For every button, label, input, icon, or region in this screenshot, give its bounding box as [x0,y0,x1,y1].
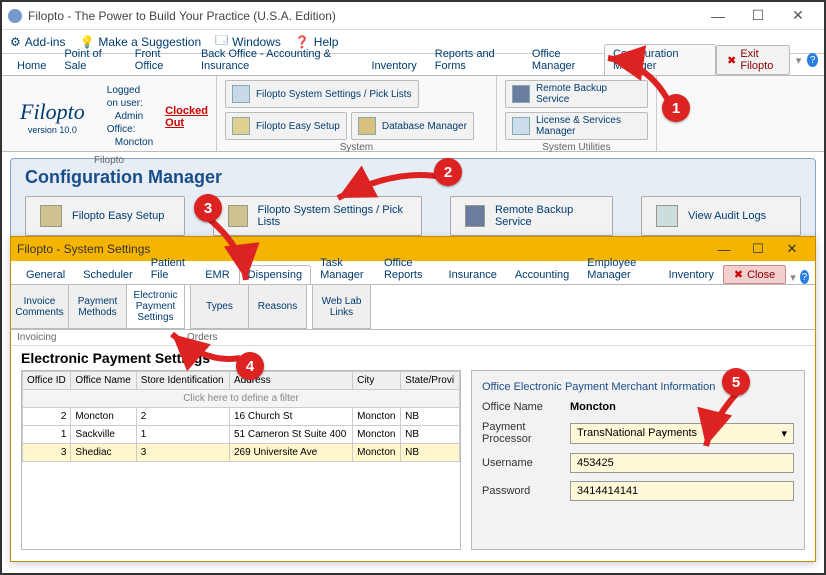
logon-info: Logged on user: Admin Office: Moncton [101,80,159,153]
child-tab-scheduler[interactable]: Scheduler [74,265,142,284]
tab-home[interactable]: Home [8,56,55,75]
merchant-detail: Office Electronic Payment Merchant Infor… [471,370,805,550]
tab-inventory[interactable]: Inventory [363,56,426,75]
close-button[interactable]: ✕ [778,7,818,24]
child-close-button[interactable]: ✖Close [723,265,786,284]
subribbon-labels: InvoicingOrders [11,330,815,346]
offices-grid[interactable]: Office ID Office Name Store Identificati… [21,370,461,550]
section-title: Electronic Payment Settings [11,346,815,370]
tab-front-office[interactable]: Front Office [126,44,192,75]
child-tab-accounting[interactable]: Accounting [506,265,578,284]
app-icon [8,9,22,23]
sub-electronic-payment-settings[interactable]: Electronic Payment Settings [127,285,185,329]
system-settings-window: Filopto - System Settings — ☐ ✕ General … [10,236,816,562]
payment-processor-select[interactable]: TransNational Payments▾ [570,423,794,444]
callout-2: 2 [434,158,462,186]
tab-reports[interactable]: Reports and Forms [426,44,523,75]
dropdown-icon[interactable]: ▾ [796,54,802,67]
ribbon-system-settings[interactable]: Filopto System Settings / Pick Lists [225,80,419,108]
tab-pos[interactable]: Point of Sale [55,44,125,75]
database-icon [358,117,376,135]
license-icon [512,117,530,135]
arrow-3 [202,216,252,289]
tab-back-office[interactable]: Back Office - Accounting & Insurance [192,44,363,75]
sub-reasons[interactable]: Reasons [249,285,307,329]
col-state[interactable]: State/Provi [401,372,460,390]
disk-icon [512,85,530,103]
close-icon: ✖ [734,268,743,281]
child-tab-patient[interactable]: Patient File [142,253,197,284]
panel-easy-setup[interactable]: Filopto Easy Setup [25,196,185,236]
callout-1: 1 [662,94,690,122]
dispensing-subribbon: Invoice Comments Payment Methods Electro… [11,285,815,330]
disk-icon [465,205,484,227]
sub-invoice-comments[interactable]: Invoice Comments [11,285,69,329]
settings-icon [232,85,250,103]
child-tab-reports[interactable]: Office Reports [375,253,440,284]
dropdown-icon[interactable]: ▾ [790,271,796,284]
child-tabs: General Scheduler Patient File EMR Dispe… [11,261,815,285]
child-tab-task[interactable]: Task Manager [311,253,375,284]
child-tab-insurance[interactable]: Insurance [440,265,506,284]
tab-office-manager[interactable]: Office Manager [523,44,604,75]
child-tab-general[interactable]: General [17,265,74,284]
log-icon [656,205,678,227]
exit-filopto-button[interactable]: ✖Exit Filopto [716,45,790,75]
logo: Filopto version 10.0 [10,80,95,153]
password-input[interactable] [570,481,794,501]
callout-5: 5 [722,368,750,396]
callout-3: 3 [194,194,222,222]
arrow-2 [332,170,442,213]
child-tab-employee[interactable]: Employee Manager [578,253,659,284]
arrow-5 [702,392,752,455]
sub-payment-methods[interactable]: Payment Methods [69,285,127,329]
main-tabs: Home Point of Sale Front Office Back Off… [2,54,824,76]
table-row[interactable]: 1Sackville151 Cameron St Suite 400Moncto… [23,426,460,444]
exit-icon: ✖ [727,54,736,67]
arrow-4 [166,328,246,371]
detail-office-name: Moncton [570,401,616,413]
child-title: Filopto - System Settings [17,242,150,256]
child-maximize[interactable]: ☐ [741,241,775,257]
window-titlebar: Filopto - The Power to Build Your Practi… [2,2,824,30]
chevron-down-icon: ▾ [781,427,787,440]
child-minimize[interactable]: — [707,242,741,257]
col-office-name[interactable]: Office Name [71,372,136,390]
ribbon-database-manager[interactable]: Database Manager [351,112,474,140]
table-row[interactable]: 2Moncton216 Church StMonctonNB [23,408,460,426]
window-title: Filopto - The Power to Build Your Practi… [28,9,336,23]
child-help[interactable]: ? [800,270,809,284]
panel-audit-logs[interactable]: View Audit Logs [641,196,801,236]
child-close[interactable]: ✕ [775,241,809,257]
sub-web-lab-links[interactable]: Web Lab Links [313,285,371,329]
panel-remote-backup[interactable]: Remote Backup Service [450,196,613,236]
sub-types[interactable]: Types [191,285,249,329]
table-row[interactable]: 3Shediac3269 Universite AveMonctonNB [23,444,460,462]
username-input[interactable] [570,453,794,473]
tools-icon [40,205,62,227]
minimize-button[interactable]: — [698,8,738,24]
ribbon: Filopto version 10.0 Logged on user: Adm… [2,76,824,152]
clocked-status[interactable]: Clocked Out [165,105,208,129]
col-store[interactable]: Store Identification [136,372,229,390]
filter-row[interactable]: Click here to define a filter [23,390,460,408]
help-button[interactable]: ? [807,53,818,67]
ribbon-easy-setup[interactable]: Filopto Easy Setup [225,112,347,140]
col-office-id[interactable]: Office ID [23,372,71,390]
maximize-button[interactable]: ☐ [738,7,778,24]
child-tab-inventory[interactable]: Inventory [660,265,723,284]
col-city[interactable]: City [353,372,401,390]
callout-4: 4 [236,352,264,380]
tools-icon [232,117,250,135]
gear-icon: ⚙ [10,35,21,49]
